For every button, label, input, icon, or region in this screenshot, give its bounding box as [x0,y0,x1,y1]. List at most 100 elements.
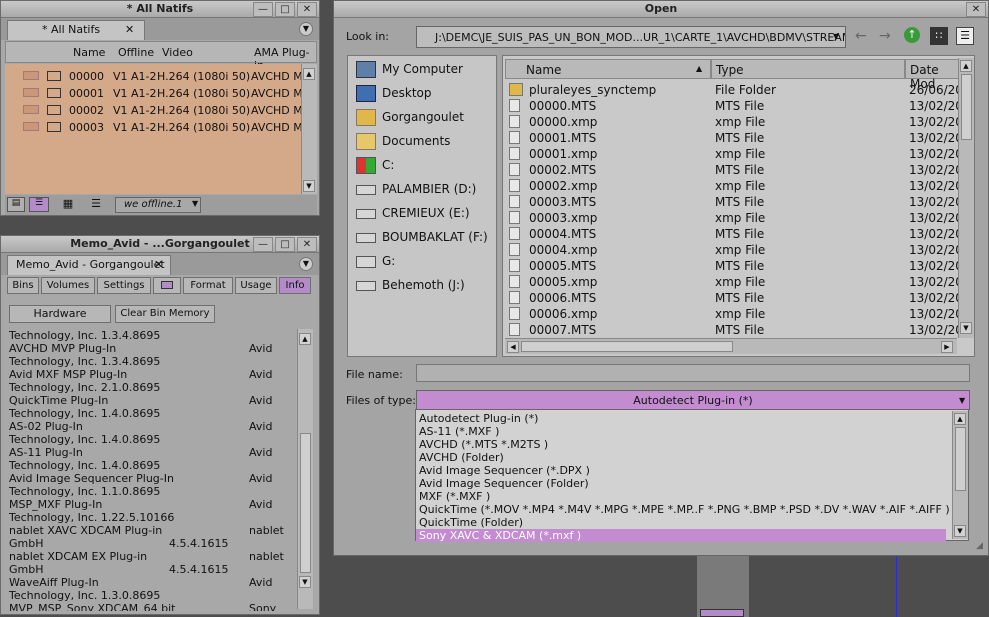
file-row[interactable]: 00002.MTS MTS File 13/02/20 [503,162,963,178]
close-icon[interactable]: ✕ [297,2,317,17]
scroll-right-icon[interactable]: ▶ [941,341,953,353]
bin-scrollbar[interactable]: ▲ ▼ [301,64,317,194]
file-row[interactable]: 00007.MTS MTS File 13/02/20 [503,322,963,338]
type-option[interactable]: Sony XAVC & XDCAM (*.mxf ) [416,529,946,542]
info-scrollbar[interactable]: ▲ ▼ [297,329,313,609]
list-view-icon[interactable]: ☰ [87,197,105,212]
file-row[interactable]: 00000.xmp xmp File 13/02/20 [503,114,963,130]
tab-info[interactable]: Info [279,277,311,294]
close-tab-icon[interactable]: ✕ [154,258,163,271]
file-row[interactable]: 00006.xmp xmp File 13/02/20 [503,306,963,322]
file-row[interactable]: 00001.xmp xmp File 13/02/20 [503,146,963,162]
scroll-up-icon[interactable]: ▲ [954,413,966,425]
file-scrollbar-vertical[interactable]: ▲ ▼ [958,58,974,338]
timeline-clip-icon[interactable] [700,609,744,617]
up-folder-icon[interactable]: ↑ [904,27,920,43]
type-option[interactable]: QuickTime (Folder) [419,516,523,529]
scroll-down-icon[interactable]: ▼ [303,180,315,192]
panel-menu-icon[interactable]: ▼ [299,22,313,36]
table-row[interactable]: 00001 V1 A1-2 H.264 (1080i 50) AVCHD MS [11,85,310,102]
resize-grip-icon[interactable]: ◢ [976,541,983,551]
file-row[interactable]: 00005.MTS MTS File 13/02/20 [503,258,963,274]
minimize-icon[interactable]: — [253,237,273,252]
type-option[interactable]: MXF (*.MXF ) [419,490,490,503]
tab-bins[interactable]: Bins [7,277,39,294]
dropdown-scrollbar[interactable]: ▲ ▼ [952,411,968,539]
files-of-type-combo[interactable]: Autodetect Plug-in (*) ▼ [416,390,970,410]
file-row[interactable]: 00006.MTS MTS File 13/02/20 [503,290,963,306]
tab-volumes[interactable]: Volumes [41,277,95,294]
type-option[interactable]: AVCHD (Folder) [419,451,504,464]
windows-drive-icon [356,157,376,174]
look-in-combo[interactable]: J:\DEMC\JE_SUIS_PAS_UN_BON_MOD...UR_1\CA… [416,26,846,48]
tab-media-icon[interactable] [153,277,181,294]
tab-format[interactable]: Format [183,277,233,294]
type-option[interactable]: Avid Image Sequencer (Folder) [419,477,589,490]
file-row[interactable]: 00003.MTS MTS File 13/02/20 [503,194,963,210]
script-view-icon[interactable]: ▦ [59,197,77,212]
column-name[interactable]: Name ▲ [505,59,711,79]
table-row[interactable]: 00002 V1 A1-2 H.264 (1080i 50) AVCHD MS [11,102,310,119]
scroll-up-icon[interactable]: ▲ [299,333,311,345]
file-row[interactable]: 00002.xmp xmp File 13/02/20 [503,178,963,194]
file-name-field[interactable] [416,364,970,382]
table-row[interactable]: 00003 V1 A1-2 H.264 (1080i 50) AVCHD MS [11,119,310,136]
type-option[interactable]: AVCHD (*.MTS *.M2TS ) [419,438,548,451]
file-row[interactable]: 00001.MTS MTS File 13/02/20 [503,130,963,146]
frame-view-icon[interactable]: ▤ [7,197,25,212]
file-row[interactable]: 00003.xmp xmp File 13/02/20 [503,210,963,226]
maximize-icon[interactable]: □ [275,237,295,252]
hardware-button[interactable]: Hardware [9,305,111,323]
detail-mode-icon[interactable]: ☰ [956,27,974,45]
table-row[interactable]: 00000 V1 A1-2 H.264 (1080i 50) AVCHD MS [11,68,310,85]
close-icon[interactable]: ✕ [297,237,317,252]
type-option[interactable]: QuickTime (*.MOV *.MP4 *.M4V *.MPG *.MPE… [419,503,950,516]
column-type[interactable]: Type [711,59,905,79]
type-option[interactable]: Autodetect Plug-in (*) [419,412,538,425]
tab-usage[interactable]: Usage [235,277,277,294]
timeline-position-indicator[interactable] [896,556,897,617]
column-offline[interactable]: Offline [118,46,154,59]
scroll-up-icon[interactable]: ▲ [303,68,315,80]
dialog-titlebar[interactable]: Open ✕ [334,1,988,18]
file-row[interactable]: 00004.MTS MTS File 13/02/20 [503,226,963,242]
bin-view-selector[interactable]: we offline.1 ▼ [115,197,201,213]
file-row[interactable]: 00000.MTS MTS File 13/02/20 [503,98,963,114]
column-video[interactable]: Video [162,46,193,59]
file-icon [509,131,520,144]
clip-name: 00001 [69,87,104,100]
text-view-icon[interactable]: ☰ [29,197,49,212]
forward-arrow-icon[interactable]: → [879,28,891,44]
file-row[interactable]: pluraleyes_synctemp File Folder 26/06/20 [503,82,963,98]
file-scrollbar-horizontal[interactable]: ◀ ▶ [505,338,957,354]
minimize-icon[interactable]: — [253,2,273,17]
tab-memo[interactable]: Memo_Avid - Gorgangoulet ✕ [7,255,171,275]
scroll-down-icon[interactable]: ▼ [299,576,311,588]
scroll-thumb[interactable] [521,341,733,352]
file-row[interactable]: 00004.xmp xmp File 13/02/20 [503,242,963,258]
scroll-thumb[interactable] [961,74,972,140]
scroll-left-icon[interactable]: ◀ [507,341,519,353]
panel-menu-icon[interactable]: ▼ [299,257,313,271]
list-mode-icon[interactable]: ∷ [930,27,948,45]
back-arrow-icon[interactable]: ← [855,28,867,44]
scroll-up-icon[interactable]: ▲ [960,60,972,72]
clear-bin-memory-button[interactable]: Clear Bin Memory [115,305,215,323]
close-icon[interactable]: ✕ [966,2,986,17]
scroll-thumb[interactable] [955,427,966,491]
scroll-down-icon[interactable]: ▼ [954,525,966,537]
maximize-icon[interactable]: □ [275,2,295,17]
close-tab-icon[interactable]: ✕ [125,23,134,36]
tab-settings[interactable]: Settings [97,277,151,294]
info-vendor: Avid [249,498,273,511]
type-option[interactable]: AS-11 (*.MXF ) [419,425,499,438]
column-name[interactable]: Name [73,46,105,59]
memo-titlebar[interactable]: Memo_Avid - ...Gorgangoulet — □ ✕ [1,236,319,253]
scroll-down-icon[interactable]: ▼ [960,322,972,334]
scroll-thumb[interactable] [300,433,311,573]
file-row[interactable]: 00005.xmp xmp File 13/02/20 [503,274,963,290]
type-option[interactable]: Avid Image Sequencer (*.DPX ) [419,464,590,477]
bin-titlebar[interactable]: * All Natifs — □ ✕ [1,1,319,18]
column-date[interactable]: Date Mod [905,59,963,91]
tab-all-natifs[interactable]: * All Natifs ✕ [7,20,145,40]
